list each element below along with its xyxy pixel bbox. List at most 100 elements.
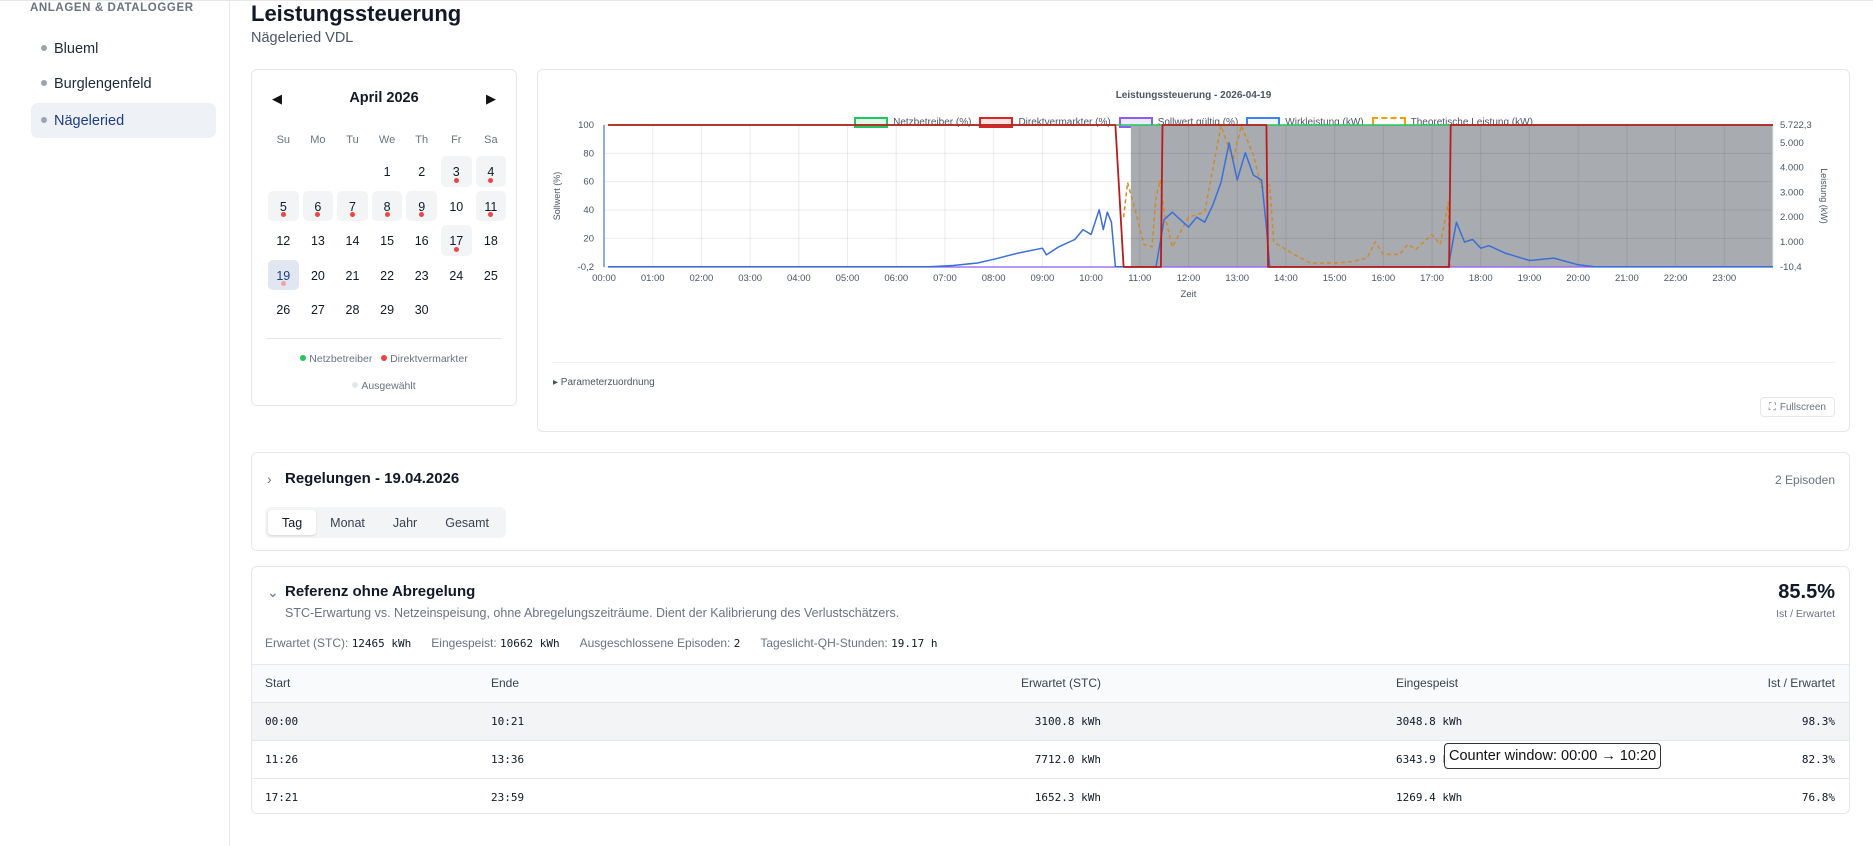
tab-jahr[interactable]: Jahr: [379, 510, 431, 535]
parameter-toggle[interactable]: ▸ Parameterzuordnung: [553, 377, 655, 388]
calendar-day[interactable]: 12: [268, 225, 299, 256]
y2-tick-label: 5.722,3: [1780, 120, 1812, 131]
tab-gesamt[interactable]: Gesamt: [431, 510, 503, 535]
next-month-icon[interactable]: ▶: [486, 91, 496, 107]
page-title: Leistungssteuerung: [251, 1, 462, 26]
sidebar-item-label: Nägeleried: [54, 112, 125, 129]
calendar-day[interactable]: 13: [303, 225, 334, 256]
calendar-day[interactable]: 20: [303, 260, 334, 291]
x-tick-label: 22:00: [1664, 273, 1688, 284]
green-dot-icon: [300, 355, 307, 361]
calendar-day[interactable]: 19: [268, 259, 299, 291]
x-tick-label: 12:00: [1177, 273, 1201, 284]
y2-tick-label: 2.000: [1780, 212, 1804, 223]
x-tick-label: 00:00: [592, 273, 616, 284]
cell-ratio: 82.3%: [1801, 753, 1835, 766]
sidebar-heading: ANLAGEN & DATALOGGER: [30, 2, 194, 14]
referenz-title[interactable]: Referenz ohne Abregelung: [285, 583, 475, 600]
x-tick-label: 03:00: [738, 273, 762, 284]
calendar-day[interactable]: 18: [476, 225, 507, 256]
fullscreen-icon: ⛶: [1768, 401, 1776, 413]
x-tick-label: 18:00: [1469, 273, 1493, 284]
calendar-legend-selected: Ausgewählt: [252, 380, 516, 392]
weekday-label: We: [378, 134, 396, 146]
x-tick-label: 15:00: [1323, 273, 1347, 284]
bullet-icon: [41, 45, 47, 51]
table-header: Start Ende Erwartet (STC) Eingespeist Is…: [252, 664, 1849, 702]
episode-count: 2 Episoden: [1774, 473, 1835, 487]
calendar-day[interactable]: 8: [371, 190, 403, 222]
calendar-empty: [335, 154, 370, 189]
sidebar: ANLAGEN & DATALOGGER Blueml Burglengenfe…: [0, 0, 230, 846]
cell-erwartet: 3100.8 kWh: [1034, 715, 1101, 728]
table-row[interactable]: 00:00 10:21 3100.8 kWh 3048.8 kWh 98.3%: [252, 702, 1849, 740]
stat-label: Erwartet (STC):: [265, 636, 349, 650]
calendar-day[interactable]: 16: [406, 225, 437, 256]
sidebar-item-burglengenfeld[interactable]: Burglengenfeld: [31, 66, 216, 101]
x-tick-label: 10:00: [1079, 273, 1103, 284]
calendar-day[interactable]: 14: [337, 225, 368, 256]
calendar-day[interactable]: 9: [406, 190, 437, 222]
calendar-day[interactable]: 6: [302, 190, 334, 222]
x-tick-label: 07:00: [933, 273, 957, 284]
x-tick-label: 09:00: [1030, 273, 1054, 284]
calendar-day[interactable]: 17: [440, 225, 472, 256]
x-tick-label: 04:00: [787, 273, 811, 284]
chevron-right-icon[interactable]: ›: [267, 471, 272, 487]
calendar-day[interactable]: 11: [475, 190, 507, 222]
stat-label: Eingespeist:: [431, 636, 497, 650]
cell-start: 00:00: [265, 715, 299, 728]
weekday-label: Th: [415, 134, 429, 146]
calendar-day[interactable]: 1: [372, 156, 403, 187]
chevron-down-icon[interactable]: ⌄: [267, 584, 279, 601]
calendar-day[interactable]: 22: [372, 260, 403, 291]
y2-axis-label: Leistung (kW): [1819, 168, 1829, 224]
regelungen-title[interactable]: Regelungen - 19.04.2026: [285, 470, 459, 487]
x-tick-label: 23:00: [1712, 273, 1736, 284]
col-erwartet: Erwartet (STC): [1020, 676, 1101, 690]
calendar-day[interactable]: 25: [476, 260, 507, 291]
calendar-day[interactable]: 27: [303, 294, 334, 325]
calendar-day[interactable]: 5: [268, 190, 299, 222]
cell-erwartet: 1652.3 kWh: [1034, 791, 1101, 804]
y-tick-label: 40: [583, 205, 594, 216]
sidebar-item-label: Burglengenfeld: [54, 75, 152, 92]
cell-ratio: 76.8%: [1801, 791, 1835, 804]
x-tick-label: 08:00: [982, 273, 1006, 284]
calendar-day[interactable]: 21: [337, 260, 368, 291]
stat-eingespeist: Eingespeist: 10662 kWh: [431, 636, 559, 650]
tab-monat[interactable]: Monat: [316, 510, 379, 535]
cell-start: 17:21: [265, 791, 299, 804]
sidebar-item-naegeleried[interactable]: Nägeleried: [31, 103, 216, 138]
calendar-day[interactable]: 7: [337, 190, 368, 222]
calendar-day[interactable]: 3: [440, 156, 472, 187]
chart-card: Leistungssteuerung - 2026-04-19 Netzbetr…: [537, 69, 1850, 432]
x-tick-label: 19:00: [1518, 273, 1542, 284]
calendar-day[interactable]: 30: [406, 294, 437, 325]
cell-ende: 13:36: [491, 753, 525, 766]
fullscreen-label: Fullscreen: [1779, 401, 1826, 413]
y2-tick-label: -10,4: [1780, 262, 1802, 273]
tab-tag[interactable]: Tag: [268, 510, 317, 535]
event-dot-icon: [280, 212, 286, 218]
calendar-day[interactable]: 4: [475, 156, 507, 187]
x-tick-label: 11:00: [1128, 273, 1151, 284]
table-row[interactable]: 17:21 23:59 1652.3 kWh 1269.4 kWh 76.8%: [252, 778, 1849, 816]
calendar-day[interactable]: 15: [372, 225, 403, 256]
calendar-day[interactable]: 26: [268, 294, 299, 325]
stat-erwartet: Erwartet (STC): 12465 kWh: [265, 636, 411, 650]
chart: 00:00 01:00 02:00 03:00 04:00 05:00 06:00 07:00…: [552, 120, 1829, 300]
fullscreen-button[interactable]: ⛶ Fullscreen: [1759, 397, 1835, 417]
calendar-day[interactable]: 10: [441, 191, 472, 222]
x-tick-label: 02:00: [690, 273, 714, 284]
calendar-day[interactable]: 28: [337, 294, 368, 325]
calendar-day[interactable]: 2: [406, 156, 437, 187]
calendar-day[interactable]: 24: [441, 260, 472, 291]
sidebar-item-label: Blueml: [54, 40, 99, 57]
y-tick-label: 80: [583, 148, 594, 159]
calendar-day[interactable]: 29: [372, 294, 403, 325]
calendar-day[interactable]: 23: [406, 260, 437, 291]
y-tick-label: 60: [583, 177, 594, 188]
sidebar-item-blueml[interactable]: Blueml: [31, 31, 216, 66]
event-dot-icon: [315, 212, 321, 218]
